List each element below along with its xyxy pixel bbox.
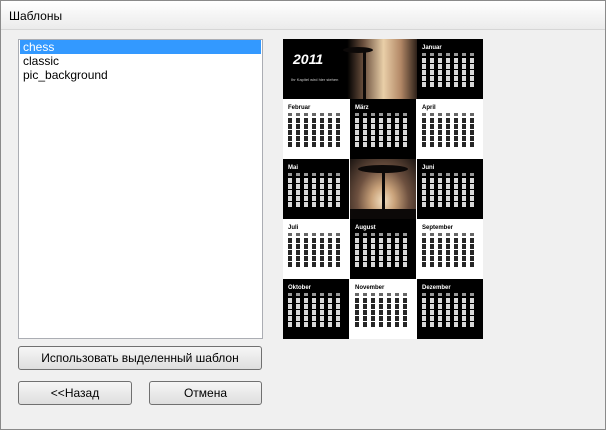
ground-silhouette: [350, 209, 416, 219]
window-title: Шаблоны: [9, 9, 63, 23]
month-name: Dezember: [422, 285, 451, 291]
templates-dialog: Шаблоны chess classic pic_background 201…: [0, 0, 606, 430]
month-name: März: [355, 105, 369, 111]
month-cell: August: [350, 219, 416, 279]
month-cell: April: [417, 99, 483, 159]
preview-header-photo: 2011 Ihr Kapitel wird hier stehen: [283, 39, 417, 99]
month-name: Mai: [288, 165, 299, 171]
month-cell: November: [350, 279, 416, 339]
month-cell: Januar: [417, 39, 483, 99]
template-preview: 2011 Ihr Kapitel wird hier stehen Januar…: [283, 39, 483, 339]
month-name: April: [422, 105, 436, 111]
month-name: Oktober: [288, 285, 312, 291]
back-button[interactable]: <<Назад: [18, 381, 132, 405]
month-cell: Oktober: [283, 279, 349, 339]
month-name: Juni: [422, 165, 435, 171]
template-item-pic-background[interactable]: pic_background: [20, 68, 261, 82]
preview-year-subtitle: Ihr Kapitel wird hier stehen: [291, 77, 339, 82]
month-name: November: [355, 285, 385, 291]
month-cell: Juli: [283, 219, 349, 279]
use-selected-template-button[interactable]: Использовать выделенный шаблон: [18, 346, 262, 370]
preview-center-photo: [350, 159, 416, 219]
month-name: Januar: [422, 45, 442, 51]
template-item-chess[interactable]: chess: [20, 40, 261, 54]
title-bar[interactable]: Шаблоны: [1, 1, 605, 30]
palm-silhouette-icon: [343, 47, 373, 53]
month-name: Juli: [288, 225, 299, 231]
month-name: September: [422, 225, 454, 231]
cancel-button[interactable]: Отмена: [149, 381, 262, 405]
palm-trunk-icon: [363, 49, 366, 99]
month-name: Februar: [288, 105, 311, 111]
template-item-classic[interactable]: classic: [20, 54, 261, 68]
month-cell: Februar: [283, 99, 349, 159]
month-name: August: [355, 225, 376, 231]
month-cell: Juni: [417, 159, 483, 219]
preview-year: 2011: [293, 51, 324, 67]
month-cell: September: [417, 219, 483, 279]
templates-listbox[interactable]: chess classic pic_background: [18, 39, 263, 339]
month-cell: März: [350, 99, 416, 159]
month-cell: Mai: [283, 159, 349, 219]
month-cell: Dezember: [417, 279, 483, 339]
